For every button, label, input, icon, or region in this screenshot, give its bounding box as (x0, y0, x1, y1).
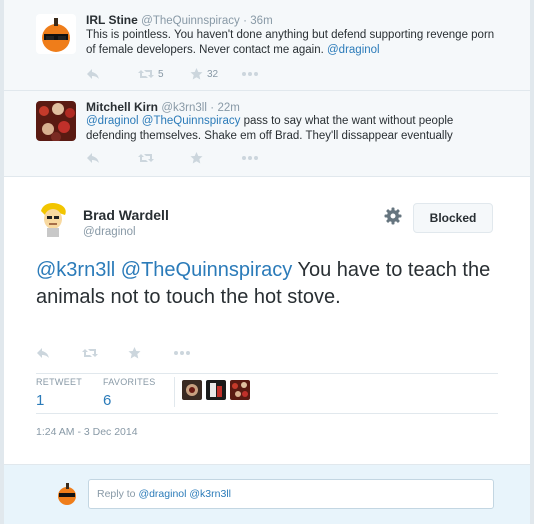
retweet-count[interactable]: 1 (36, 392, 82, 409)
mention-link[interactable]: @draginol (86, 115, 139, 127)
tweet-text: This is pointless. You haven't done anyt… (86, 28, 506, 58)
avatar (54, 480, 80, 506)
main-tweet: Brad Wardell @draginol Blocked @k3rn3ll … (4, 177, 530, 465)
right-border (530, 0, 534, 524)
mention-link[interactable]: @draginol (327, 44, 380, 56)
separator: · (210, 102, 215, 114)
reply-icon (37, 348, 49, 358)
favorite-button[interactable] (190, 152, 242, 164)
settings-button[interactable] (384, 207, 402, 225)
reply-box-area: Reply to @draginol @k3rn3ll (4, 465, 530, 524)
avatar[interactable] (206, 380, 226, 400)
divider (36, 413, 498, 414)
separator: · (243, 15, 247, 27)
reply-tweet[interactable]: IRL Stine @TheQuinnspiracy · 36m This is… (4, 0, 530, 91)
tweet-text: @k3rn3ll @TheQuinnspiracy You have to te… (36, 257, 496, 311)
tweet-actions (36, 347, 220, 359)
mention-link[interactable]: @TheQuinnspiracy (121, 259, 292, 281)
retweet-icon (138, 154, 154, 162)
retweet-count: 5 (158, 68, 164, 80)
author-handle[interactable]: @draginol (83, 226, 136, 238)
favorites-stat[interactable]: FAVORITES 6 (103, 377, 156, 409)
author-name[interactable]: Brad Wardell (83, 207, 169, 223)
author-name[interactable]: Mitchell Kirn (86, 100, 158, 114)
tweet-actions (86, 151, 294, 165)
more-button[interactable] (242, 72, 294, 76)
reply-button[interactable] (86, 152, 138, 164)
author-name[interactable]: IRL Stine (86, 13, 138, 27)
more-button[interactable] (242, 156, 294, 160)
author-handle[interactable]: @TheQuinnspiracy (141, 15, 240, 27)
reply-prefix: Reply to (97, 488, 139, 500)
tweet-conversation: IRL Stine @TheQuinnspiracy · 36m This is… (0, 0, 534, 524)
retweet-button[interactable] (82, 347, 128, 359)
more-icon (242, 156, 258, 160)
tweet-timestamp[interactable]: 1:24 AM - 3 Dec 2014 (36, 426, 138, 438)
more-icon (242, 72, 258, 76)
mention-link: @k3rn3ll (189, 488, 231, 500)
divider (36, 373, 498, 374)
author-line: IRL Stine @TheQuinnspiracy · 36m (86, 13, 273, 27)
favorite-button[interactable]: 32 (190, 68, 242, 80)
favorites-label: FAVORITES (103, 377, 156, 387)
avatar[interactable] (36, 101, 76, 141)
retweet-label: RETWEET (36, 377, 83, 387)
mention-link: @draginol (138, 488, 187, 500)
divider (174, 377, 175, 407)
avatar[interactable] (35, 199, 71, 237)
gear-icon (384, 207, 402, 225)
reply-tweet[interactable]: Mitchell Kirn @k3rn3ll · 22m @draginol @… (4, 91, 530, 177)
reply-input[interactable]: Reply to @draginol @k3rn3ll (88, 479, 494, 509)
favorites-count[interactable]: 6 (103, 392, 156, 409)
favorite-icon (190, 68, 203, 80)
more-icon (174, 351, 190, 355)
avatar[interactable] (182, 380, 202, 400)
tweet-text: @draginol @TheQuinnspiracy pass to say w… (86, 114, 506, 144)
avatar[interactable] (36, 14, 76, 54)
more-button[interactable] (174, 351, 220, 355)
mention-link[interactable]: @k3rn3ll (36, 259, 115, 281)
favorite-button[interactable] (128, 347, 174, 359)
favorite-icon (190, 152, 203, 164)
tweet-time[interactable]: 22m (217, 102, 239, 114)
reply-icon (87, 153, 99, 163)
author-handle[interactable]: @k3rn3ll (161, 102, 207, 114)
retweet-icon (82, 349, 98, 357)
mention-link[interactable]: @TheQuinnspiracy (142, 115, 241, 127)
author-line: Mitchell Kirn @k3rn3ll · 22m (86, 100, 240, 114)
favoriter-avatars (182, 380, 254, 400)
reply-icon (87, 69, 99, 79)
retweet-button[interactable]: 5 (138, 68, 190, 80)
reply-button[interactable] (36, 347, 82, 359)
tweet-actions: 5 32 (86, 67, 294, 81)
favorite-count: 32 (207, 68, 219, 80)
retweet-stat[interactable]: RETWEET 1 (36, 377, 82, 409)
reply-button[interactable] (86, 68, 138, 80)
favorite-icon (128, 347, 141, 359)
avatar[interactable] (230, 380, 250, 400)
retweet-button[interactable] (138, 152, 190, 164)
retweet-icon (138, 70, 154, 78)
tweet-time[interactable]: 36m (250, 15, 272, 27)
blocked-button[interactable]: Blocked (413, 203, 493, 233)
tweet-text-plain: This is pointless. You haven't done anyt… (86, 29, 495, 56)
